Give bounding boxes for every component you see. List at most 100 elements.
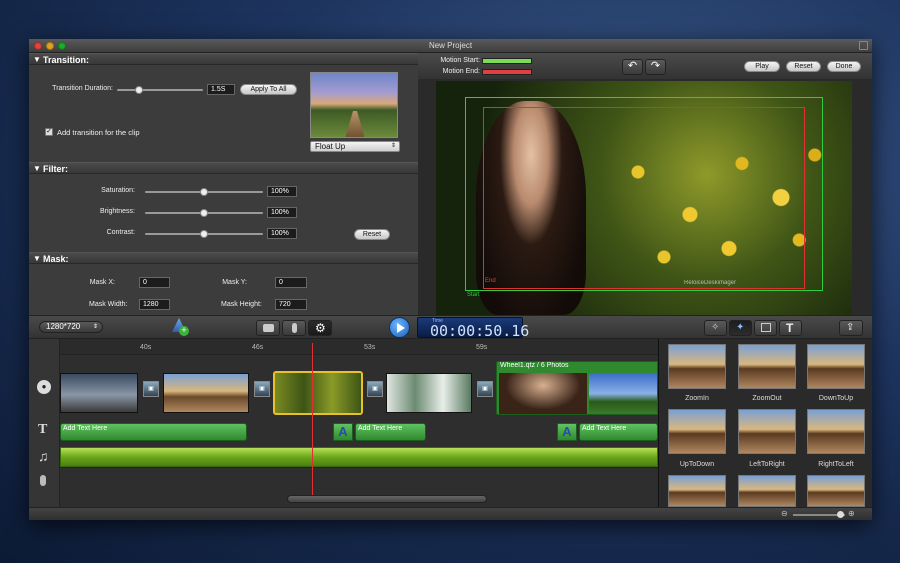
slider-knob[interactable]: [200, 209, 208, 217]
text-clip[interactable]: Add Text Here: [579, 423, 658, 441]
transition-icon[interactable]: ▣: [367, 381, 383, 397]
mask-height-label: Mask Height:: [221, 301, 262, 308]
mask-section-header[interactable]: ▼ Mask:: [29, 252, 418, 264]
photo-group-thumb: [499, 373, 587, 414]
library-thumb[interactable]: [738, 475, 796, 507]
resolution-select[interactable]: 1280*720 ⇕: [39, 321, 103, 333]
resolution-value: 1280*720: [46, 322, 81, 331]
timeline[interactable]: ● T ♫ 40s 46s 53s 59s ▣ ▣ ▣ ▣ Wheel1.qtz…: [29, 339, 658, 507]
slider-knob[interactable]: [837, 511, 844, 518]
chevron-updown-icon: ⇕: [92, 324, 98, 330]
play-button[interactable]: Play: [744, 61, 780, 72]
transition-duration-slider[interactable]: [117, 86, 203, 94]
transition-icon[interactable]: ▣: [254, 381, 270, 397]
mask-x-field[interactable]: 0: [139, 277, 170, 288]
share-icon: ⇪: [846, 322, 855, 333]
chevron-updown-icon: ⇕: [390, 143, 396, 149]
end-frame-label: End: [485, 278, 496, 284]
crop-button[interactable]: [754, 320, 777, 336]
text-style-icon[interactable]: A: [333, 423, 353, 441]
saturation-slider[interactable]: [145, 188, 263, 196]
chevron-down-icon: ▼: [33, 254, 41, 263]
video-clip-cars[interactable]: [60, 373, 138, 413]
library-thumb-uptodown[interactable]: [668, 409, 726, 454]
export-button[interactable]: ⇪: [839, 320, 863, 336]
text-clip[interactable]: Add Text Here: [60, 423, 247, 441]
filter-section-header[interactable]: ▼ Filter:: [29, 162, 418, 174]
mask-width-field[interactable]: 1280: [139, 299, 170, 310]
library-thumb-downtoup[interactable]: [807, 344, 865, 389]
motion-end-label: Motion End:: [442, 68, 480, 75]
video-clip-wedding[interactable]: [386, 373, 472, 413]
zoom-out-icon[interactable]: ⊖: [781, 509, 788, 518]
window-title: New Project: [428, 41, 473, 50]
contrast-field[interactable]: 100%: [267, 228, 297, 239]
apply-to-all-button[interactable]: Apply To All: [240, 84, 297, 95]
motion-start-label: Motion Start:: [440, 57, 480, 64]
text-style-icon[interactable]: A: [557, 423, 577, 441]
filter-effect-button[interactable]: ✦: [729, 320, 752, 336]
music-clip[interactable]: [60, 447, 658, 467]
settings-panel: ▼ Transition: Transition Duration: 1.5S …: [29, 53, 418, 315]
video-mode-button[interactable]: [256, 320, 280, 336]
done-button[interactable]: Done: [827, 61, 861, 72]
watermark-text: ReloiceDeskimager: [684, 280, 737, 286]
library-thumb-zoomin[interactable]: [668, 344, 726, 389]
library-thumb-zoomout[interactable]: [738, 344, 796, 389]
mask-height-field[interactable]: 720: [275, 299, 307, 310]
transition-duration-field[interactable]: 1.5S: [207, 84, 235, 95]
photo-group-clip[interactable]: Wheel1.qtz / 6 Photos: [496, 361, 658, 415]
transition-icon[interactable]: ▣: [143, 381, 159, 397]
add-transition-checkbox[interactable]: ✓: [45, 128, 53, 136]
video-clip-boardwalk[interactable]: [163, 373, 249, 413]
zoom-slider[interactable]: [793, 511, 845, 518]
text-button[interactable]: T: [779, 320, 802, 336]
chevron-down-icon: ▼: [33, 55, 41, 64]
motion-end-frame[interactable]: [483, 107, 805, 289]
video-clip-selected-flowers[interactable]: [273, 371, 363, 415]
preview-reset-button[interactable]: Reset: [786, 61, 821, 72]
zoom-in-icon[interactable]: ⊕: [848, 509, 855, 518]
gear-icon: ⚙: [315, 321, 326, 335]
slider-knob[interactable]: [200, 188, 208, 196]
mask-section-title: Mask:: [43, 254, 69, 264]
playhead[interactable]: [312, 343, 313, 495]
library-thumb[interactable]: [668, 475, 726, 507]
transition-icon[interactable]: ▣: [477, 381, 493, 397]
brightness-field[interactable]: 100%: [267, 207, 297, 218]
transition-effect-button[interactable]: ✧: [704, 320, 727, 336]
library-thumb[interactable]: [807, 475, 865, 507]
add-media-icon[interactable]: +: [172, 318, 189, 336]
timeline-scrollbar[interactable]: [287, 495, 487, 503]
filter-reset-button[interactable]: Reset: [354, 229, 390, 240]
settings-mode-button[interactable]: ⚙: [308, 320, 332, 336]
status-bar: ⊖ ⊕: [29, 507, 872, 520]
transition-section-header[interactable]: ▼ Transition:: [29, 53, 418, 65]
slider-knob[interactable]: [135, 86, 143, 94]
timecode-display: Time 00:00:50.16: [417, 317, 529, 340]
photo-group-thumb: [589, 373, 657, 414]
library-thumb-righttoleft[interactable]: [807, 409, 865, 454]
play-timeline-button[interactable]: [389, 317, 410, 338]
mask-x-label: Mask X:: [89, 279, 115, 286]
preview-panel: Motion Start: Motion End: ↶ ↷ Play Reset…: [418, 53, 872, 315]
brightness-slider[interactable]: [145, 209, 263, 217]
transition-effect-select[interactable]: Float Up ⇕: [310, 141, 400, 152]
text-clip[interactable]: Add Text Here: [355, 423, 426, 441]
motion-start-bar[interactable]: [482, 58, 532, 64]
library-label: ZoomOut: [752, 395, 782, 402]
play-icon: [397, 323, 405, 333]
motion-end-bar[interactable]: [482, 69, 532, 75]
contrast-slider[interactable]: [145, 230, 263, 238]
mask-y-field[interactable]: 0: [275, 277, 307, 288]
saturation-field[interactable]: 100%: [267, 186, 297, 197]
slider-knob[interactable]: [200, 230, 208, 238]
undo-button[interactable]: ↶: [622, 59, 643, 75]
fullscreen-icon[interactable]: [859, 41, 868, 50]
saturation-label: Saturation:: [101, 187, 135, 194]
timeline-ruler[interactable]: 40s 46s 53s 59s: [60, 339, 658, 355]
track-icons-column: ● T ♫: [29, 339, 60, 507]
library-thumb-lefttoright[interactable]: [738, 409, 796, 454]
redo-button[interactable]: ↷: [645, 59, 666, 75]
record-audio-button[interactable]: [282, 320, 306, 336]
